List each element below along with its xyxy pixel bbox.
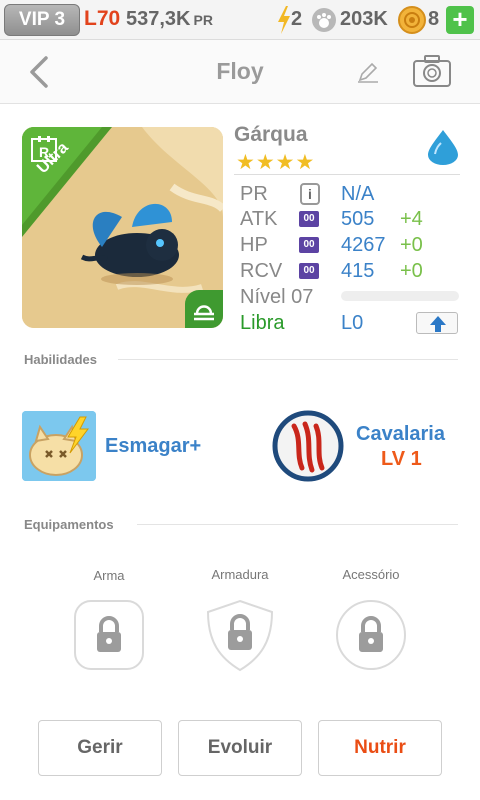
rcv-gem-icon: 00 xyxy=(299,263,319,279)
pet-level: Nível 07 xyxy=(240,286,314,308)
equipment-section-title: Equipamentos xyxy=(24,517,114,532)
atk-label: ATK xyxy=(240,208,278,230)
accessory-label: Acessório xyxy=(342,567,400,582)
player-level: L70 xyxy=(84,7,121,30)
star-rating: ★★★★ xyxy=(236,151,316,174)
pr-label: PR xyxy=(240,183,268,205)
atk-bonus: +4 xyxy=(400,208,423,230)
camera-icon[interactable] xyxy=(412,54,452,88)
upgrade-button[interactable] xyxy=(416,312,458,334)
power-unit: PR xyxy=(193,12,213,28)
manage-button[interactable]: Gerir xyxy=(38,720,162,776)
add-coins-button[interactable]: + xyxy=(446,6,474,34)
accessory-slot-locked[interactable] xyxy=(334,598,408,672)
evolve-button[interactable]: Evoluir xyxy=(178,720,302,776)
paw-count: 203K xyxy=(340,8,388,30)
edit-icon[interactable] xyxy=(356,60,380,84)
divider xyxy=(118,359,458,360)
star-level: L0 xyxy=(341,312,364,334)
skill-cavalry-icon[interactable] xyxy=(272,410,344,482)
skills-section-title: Habilidades xyxy=(24,352,97,367)
hp-label: HP xyxy=(240,234,268,256)
divider xyxy=(234,174,460,175)
libra-icon xyxy=(185,290,223,328)
coin-icon xyxy=(398,6,426,34)
status-bar: VIP 3 L70 537,3K PR 2 203K 8 + xyxy=(0,0,480,40)
atk-value: 505 xyxy=(341,208,375,230)
energy-icon xyxy=(278,6,290,34)
vip-badge[interactable]: VIP 3 xyxy=(4,4,80,36)
armor-slot-locked[interactable] xyxy=(203,598,277,672)
coin-count: 8 xyxy=(428,8,440,30)
power-value: 537,3K xyxy=(126,8,191,30)
skill-smash-icon[interactable] xyxy=(22,411,96,481)
exp-progress-bar xyxy=(341,291,459,301)
up-arrow-icon xyxy=(430,316,446,332)
rcv-value: 415 xyxy=(341,260,375,282)
header: Floy xyxy=(0,40,480,104)
weapon-label: Arma xyxy=(93,568,125,583)
skill-2-name[interactable]: Cavalaria xyxy=(356,423,445,446)
rcv-label: RCV xyxy=(240,260,283,282)
weapon-slot-locked[interactable] xyxy=(72,598,146,672)
hp-value: 4267 xyxy=(341,234,386,256)
zodiac-sign: Libra xyxy=(240,312,285,334)
armor-label: Armadura xyxy=(211,567,269,582)
info-icon[interactable]: i xyxy=(300,183,320,205)
divider xyxy=(137,524,458,525)
pet-species-name: Gárqua xyxy=(234,123,308,146)
hp-gem-icon: 00 xyxy=(299,237,319,253)
water-element-icon xyxy=(428,130,458,165)
paw-icon xyxy=(312,8,336,32)
pr-value: N/A xyxy=(341,183,375,205)
hp-bonus: +0 xyxy=(400,234,423,256)
page-title: Floy xyxy=(216,58,264,84)
rcv-bonus: +0 xyxy=(400,260,423,282)
skill-2-level: LV 1 xyxy=(381,448,422,470)
feed-button[interactable]: Nutrir xyxy=(318,720,442,776)
energy-count: 2 xyxy=(291,8,303,30)
atk-gem-icon: 00 xyxy=(299,211,319,227)
pet-portrait[interactable]: R Ultra xyxy=(22,127,223,328)
skill-1-name[interactable]: Esmagar+ xyxy=(105,435,201,458)
player-power: 537,3K PR xyxy=(126,8,213,31)
